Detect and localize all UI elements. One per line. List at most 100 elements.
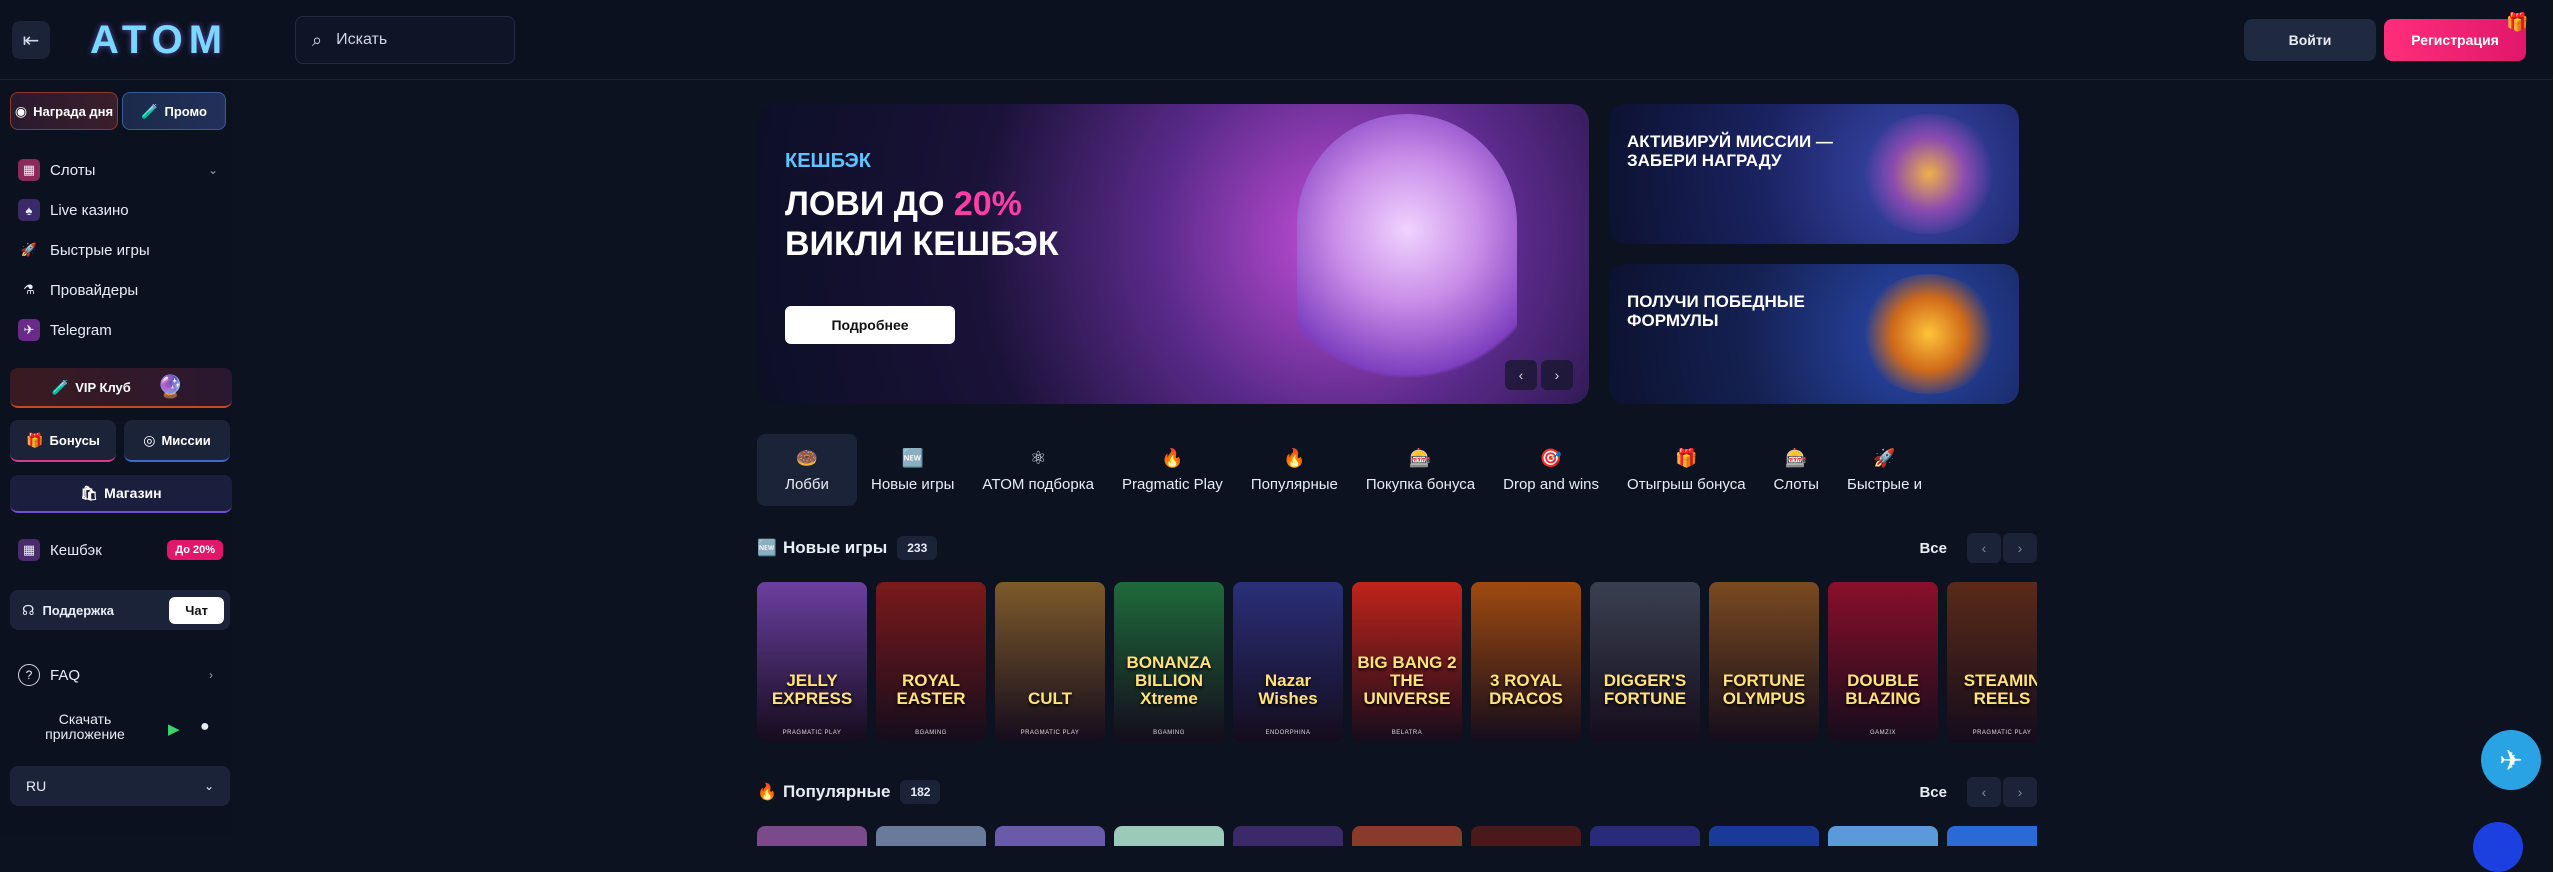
tab-pragmatic-play[interactable]: 🔥 Pragmatic Play xyxy=(1108,434,1237,506)
formulas-promo-banner[interactable]: ПОЛУЧИ ПОБЕДНЫЕ ФОРМУЛЫ xyxy=(1609,264,2019,404)
new-games-row: JELLY EXPRESS PRAGMATIC PLAY ROYAL EASTER B… xyxy=(757,582,2037,742)
telegram-float-button[interactable]: ✈ xyxy=(2481,730,2541,790)
tab-popular[interactable]: 🔥 Популярные xyxy=(1237,434,1352,506)
game-card[interactable] xyxy=(757,826,867,846)
game-card[interactable]: 3 ROYAL DRACOS xyxy=(1471,582,1581,742)
pragmatic-icon: 🔥 xyxy=(1161,447,1184,468)
chevron-right-icon[interactable]: › xyxy=(2003,777,2037,807)
tab-atom-selection[interactable]: ⚛ ATOM подборка xyxy=(968,434,1108,506)
game-card[interactable]: ROYAL EASTER BGAMING xyxy=(876,582,986,742)
chat-float-button[interactable] xyxy=(2473,822,2523,872)
game-title: FORTUNE OLYMPUS xyxy=(1722,671,1806,708)
hero-percent: 20% xyxy=(953,185,1022,223)
game-provider: PRAGMATIC PLAY xyxy=(782,730,842,736)
rocket-icon: 🚀 xyxy=(1873,447,1896,468)
popular-section-header: 🔥 Популярные 182 Все ‹ › xyxy=(757,777,2037,807)
hero-more-button[interactable]: Подробнее xyxy=(785,306,955,344)
sidebar-item-live-casino[interactable]: ♠ Live казино xyxy=(18,195,218,225)
tab-bonus-wagering[interactable]: 🎁 Отыгрыш бонуса xyxy=(1613,434,1760,506)
see-all-link[interactable]: Все xyxy=(1919,540,1947,557)
hero-character-image xyxy=(1297,114,1517,404)
support-label: Поддержка xyxy=(42,602,115,618)
slots-icon: ▦ xyxy=(18,159,40,181)
game-card[interactable]: BONANZA BILLION Xtreme BGAMING xyxy=(1114,582,1224,742)
chevron-right-icon[interactable]: › xyxy=(2003,533,2037,563)
bonuses-button[interactable]: 🎁 Бонусы xyxy=(10,420,116,462)
game-card[interactable]: CULT PRAGMATIC PLAY xyxy=(995,582,1105,742)
vip-label: VIP Клуб xyxy=(75,379,131,395)
tab-drop-and-wins[interactable]: 🎯 Drop and wins xyxy=(1489,434,1613,506)
search-input[interactable] xyxy=(336,31,487,49)
game-card[interactable]: DIGGER'S FORTUNE xyxy=(1590,582,1700,742)
logo[interactable]: ATOM xyxy=(90,18,228,63)
see-all-link[interactable]: Все xyxy=(1919,784,1947,801)
game-card[interactable]: STEAMIN REELS PRAGMATIC PLAY xyxy=(1947,582,2037,742)
gift-icon: 🎁 xyxy=(2506,12,2529,32)
game-card[interactable] xyxy=(1947,826,2037,846)
game-provider: PRAGMATIC PLAY xyxy=(1020,730,1080,736)
sidebar-item-slots[interactable]: ▦ Слоты ⌄ xyxy=(18,155,218,185)
game-card[interactable] xyxy=(995,826,1105,846)
cashback-hero-banner[interactable]: КЕШБЭК ЛОВИ ДО 20% ВИКЛИ КЕШБЭК Подробне… xyxy=(757,104,1589,404)
section-title: Популярные xyxy=(783,782,891,801)
game-provider: BGAMING xyxy=(915,730,947,736)
game-card[interactable]: BIG BANG 2 THE UNIVERSE BELATRA xyxy=(1352,582,1462,742)
chat-button[interactable]: Чат xyxy=(169,596,224,624)
tab-slots[interactable]: 🎰 Слоты xyxy=(1760,434,1833,506)
game-card[interactable]: DOUBLE BLAZING GAMZIX xyxy=(1828,582,1938,742)
daily-reward-chip[interactable]: ◉ Награда дня xyxy=(10,92,118,130)
chevron-left-icon[interactable]: ‹ xyxy=(1967,533,2001,563)
tab-fast-games[interactable]: 🚀 Быстрые и xyxy=(1833,434,1936,506)
sidebar-item-telegram[interactable]: ✈ Telegram xyxy=(18,315,218,345)
game-card[interactable] xyxy=(1828,826,1938,846)
tab-label: Лобби xyxy=(785,475,829,493)
game-card[interactable]: JELLY EXPRESS PRAGMATIC PLAY xyxy=(757,582,867,742)
tab-lobby[interactable]: 🍩 Лобби xyxy=(757,434,857,506)
game-title: BONANZA BILLION Xtreme xyxy=(1126,653,1212,708)
download-app-label[interactable]: Скачать приложение xyxy=(30,712,140,742)
language-select[interactable]: RU ⌄ xyxy=(10,766,230,806)
sidebar-item-providers[interactable]: ⚗ Провайдеры xyxy=(18,275,218,305)
sidebar-item-cashback[interactable]: ▦ Кешбэк До 20% xyxy=(18,535,223,565)
chevron-down-icon[interactable]: ⌄ xyxy=(208,163,218,177)
google-play-icon[interactable]: ▶ xyxy=(168,720,180,738)
sidebar-item-label: Провайдеры xyxy=(50,281,139,299)
vip-club-button[interactable]: 🧪 VIP Клуб 🔮 xyxy=(10,368,232,408)
missions-promo-banner[interactable]: АКТИВИРУЙ МИССИИ — ЗАБЕРИ НАГРАДУ xyxy=(1609,104,2019,244)
collapse-sidebar-button[interactable]: ⇤ xyxy=(12,21,50,59)
hero-carousel-nav: ‹ › xyxy=(1505,360,1573,390)
shop-button[interactable]: 🛍 Магазин xyxy=(10,475,232,513)
gift-box-icon: 🎁 xyxy=(26,431,44,448)
game-card[interactable] xyxy=(1352,826,1462,846)
game-card[interactable] xyxy=(1709,826,1819,846)
section-nav: ‹ › xyxy=(1967,533,2037,563)
apple-icon[interactable]: ● xyxy=(200,718,210,736)
sidebar-item-fast-games[interactable]: 🚀 Быстрые игры xyxy=(18,235,218,265)
sidebar-item-faq[interactable]: ? FAQ › xyxy=(18,660,213,690)
game-card[interactable] xyxy=(1590,826,1700,846)
headset-icon: ☊ xyxy=(22,601,35,618)
tab-bonus-buy[interactable]: 🎰 Покупка бонуса xyxy=(1352,434,1489,506)
chevron-right-icon[interactable]: › xyxy=(1541,360,1573,390)
login-button[interactable]: Войти xyxy=(2244,19,2376,61)
game-card[interactable] xyxy=(1471,826,1581,846)
game-card[interactable] xyxy=(1114,826,1224,846)
game-card[interactable]: FORTUNE OLYMPUS xyxy=(1709,582,1819,742)
register-button[interactable]: Регистрация xyxy=(2384,19,2526,61)
missions-button[interactable]: ◎ Миссии xyxy=(124,420,230,462)
search-box[interactable]: ⌕ xyxy=(295,16,515,64)
game-card[interactable]: Nazar Wishes ENDORPHINA xyxy=(1233,582,1343,742)
live-casino-icon: ♠ xyxy=(18,199,40,221)
game-card[interactable] xyxy=(1233,826,1343,846)
sidebar-item-label: Кешбэк xyxy=(50,541,102,559)
section-count: 182 xyxy=(900,780,941,804)
chevron-left-icon[interactable]: ‹ xyxy=(1505,360,1537,390)
missions-promo-text: АКТИВИРУЙ МИССИИ — ЗАБЕРИ НАГРАДУ xyxy=(1627,132,1833,170)
sidebar-item-label: Слоты xyxy=(50,161,96,179)
category-tabs: 🍩 Лобби 🆕 Новые игры ⚛ ATOM подборка 🔥 Pragm… xyxy=(757,434,2037,506)
sidebar-item-label: Быстрые игры xyxy=(50,241,150,259)
promo-chip[interactable]: 🧪 Промо xyxy=(122,92,226,130)
tab-new-games[interactable]: 🆕 Новые игры xyxy=(857,434,968,506)
game-card[interactable] xyxy=(876,826,986,846)
chevron-left-icon[interactable]: ‹ xyxy=(1967,777,2001,807)
